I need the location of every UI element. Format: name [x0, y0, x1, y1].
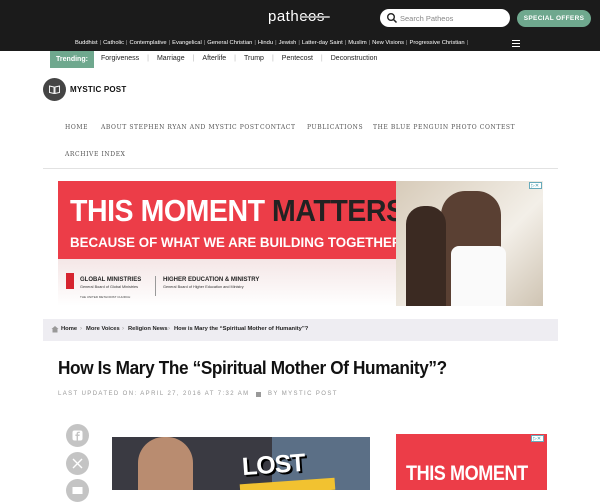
ad-headline-dark: MATTERS — [272, 193, 405, 228]
book-icon — [49, 85, 60, 94]
category-link[interactable]: Evangelical — [170, 40, 204, 46]
trending-link[interactable]: Forgiveness — [101, 55, 139, 62]
facebook-icon — [72, 430, 83, 441]
category-link[interactable]: New Visions — [370, 40, 406, 46]
article-date: LAST UPDATED ON: APRIL 27, 2016 AT 7:32 … — [58, 391, 250, 397]
nav-contact[interactable]: CONTACT — [260, 124, 296, 131]
ad-org1-title: GLOBAL MINISTRIES — [80, 277, 142, 283]
ad-org2-title: HIGHER EDUCATION & MINISTRY — [163, 277, 260, 283]
trending-separator: | — [234, 55, 236, 62]
trending-links: Forgiveness | Marriage | Afterlife | Trump | Pen… — [101, 55, 377, 62]
trending-separator: | — [271, 55, 274, 62]
side-ad-headline: THIS MOMENT — [406, 462, 528, 485]
category-link[interactable]: Hindu — [256, 40, 275, 46]
breadcrumb-separator: › — [122, 326, 124, 332]
category-link[interactable]: Jewish — [277, 40, 299, 46]
breadcrumb-more-voices[interactable]: More Voices — [86, 326, 120, 332]
breadcrumb: Home › More Voices › Religion News › How… — [43, 319, 558, 341]
ad-choices-icon[interactable]: ▷✕ — [531, 435, 544, 442]
ad-photo-child — [406, 206, 446, 306]
ad-banner[interactable]: THIS MOMENT MATTERS BECAUSE OF WHAT WE A… — [58, 181, 543, 306]
nav-home[interactable]: HOME — [65, 124, 88, 131]
search-input[interactable] — [400, 11, 504, 25]
side-ad[interactable]: THIS MOMENT ▷✕ — [396, 434, 547, 490]
ad-choices-icon[interactable]: ▷✕ — [529, 182, 542, 189]
facebook-share-button[interactable] — [66, 424, 89, 447]
nav-about[interactable]: ABOUT STEPHEN RYAN AND MYSTIC POST — [101, 124, 259, 131]
category-separator: | — [466, 40, 469, 46]
article-author[interactable]: BY MYSTIC POST — [268, 391, 338, 397]
email-share-button[interactable] — [66, 479, 89, 502]
cross-flame-icon — [66, 273, 74, 289]
video-thumbnail[interactable]: LOST — [112, 437, 370, 490]
nav-divider — [43, 168, 558, 169]
ad-headline-light: THIS MOMENT — [70, 193, 265, 228]
menu-icon[interactable] — [512, 40, 520, 47]
nav-archive[interactable]: ARCHIVE INDEX — [65, 151, 126, 158]
mystic-post-logo[interactable] — [43, 78, 66, 101]
search-icon[interactable] — [386, 12, 398, 24]
category-list: Buddhist | Catholic | Contemplative | Evangeli… — [73, 40, 468, 46]
email-icon — [72, 487, 83, 494]
video-presenter — [138, 437, 193, 490]
trending-link[interactable]: Deconstruction — [331, 55, 378, 62]
breadcrumb-current: How is Mary the “Spiritual Mother of Hum… — [174, 326, 309, 332]
x-share-button[interactable] — [66, 452, 89, 475]
category-bar: Buddhist | Catholic | Contemplative | Evangeli… — [0, 36, 600, 51]
ad-org2-sub: General Board of Higher Education and Mi… — [163, 285, 244, 289]
ad-org1-church: THE UNITED METHODIST CHURCH — [80, 295, 131, 299]
trending-separator: | — [192, 55, 195, 62]
ad-org1-sub: General Board of Global Ministries — [80, 285, 139, 289]
category-link[interactable]: Progressive Christian — [407, 40, 466, 46]
article-title: How Is Mary The “Spiritual Mother Of Hum… — [58, 357, 447, 378]
category-link[interactable]: Buddhist — [73, 40, 100, 46]
breadcrumb-separator: › — [168, 326, 170, 332]
trending-separator: | — [320, 55, 323, 62]
breadcrumb-separator: › — [80, 326, 82, 332]
category-link[interactable]: Latter-day Saint — [300, 40, 345, 46]
ad-photo-shirt — [451, 246, 506, 306]
category-link[interactable]: Catholic — [101, 40, 126, 46]
category-link[interactable]: General Christian — [205, 40, 254, 46]
search-box[interactable] — [380, 9, 510, 27]
author-icon — [256, 392, 261, 397]
ad-photo — [396, 181, 543, 306]
nav-contest[interactable]: THE BLUE PENGUIN PHOTO CONTEST — [373, 124, 515, 131]
top-bar: patheos SPECIAL OFFERS — [0, 0, 600, 36]
trending-label: Trending: — [50, 51, 94, 68]
breadcrumb-home[interactable]: Home — [61, 326, 77, 332]
home-icon[interactable] — [51, 325, 59, 333]
video-headline: LOST — [241, 448, 306, 482]
ad-headline: THIS MOMENT MATTERS — [70, 193, 405, 229]
logo-swoosh — [300, 16, 330, 18]
trending-separator: | — [147, 55, 149, 62]
ad-divider — [155, 276, 156, 296]
ad-subhead: BECAUSE OF WHAT WE ARE BUILDING TOGETHER… — [70, 234, 406, 250]
special-offers-button[interactable]: SPECIAL OFFERS — [517, 10, 591, 27]
blog-name[interactable]: MYSTIC POST — [70, 85, 126, 94]
category-link[interactable]: Muslim — [346, 40, 368, 46]
category-link[interactable]: Contemplative — [128, 40, 169, 46]
trending-link[interactable]: Afterlife — [202, 55, 226, 62]
trending-link[interactable]: Pentecost — [282, 55, 313, 62]
trending-link[interactable]: Marriage — [157, 55, 185, 62]
trending-link[interactable]: Trump — [244, 55, 264, 62]
nav-publications[interactable]: PUBLICATIONS — [307, 124, 363, 131]
breadcrumb-religion-news[interactable]: Religion News — [128, 326, 168, 332]
x-icon — [72, 458, 83, 469]
